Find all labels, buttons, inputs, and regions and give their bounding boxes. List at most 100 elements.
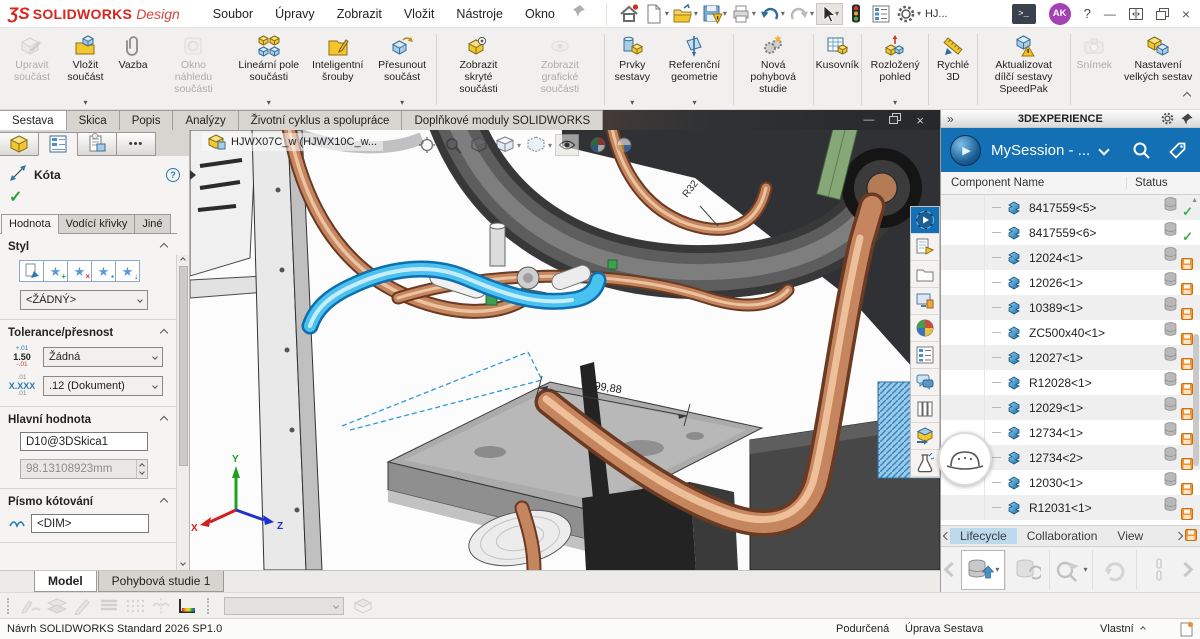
apply-default-style-button[interactable] [19,260,44,282]
taskpane-file-explorer-icon[interactable] [911,288,939,315]
dropdown-arrow-icon[interactable]: ▾ [267,98,271,107]
session-title[interactable]: MySession - ... [991,142,1090,159]
tab-view[interactable]: View [1107,528,1153,544]
toolbar-scroll-left-icon[interactable] [944,562,960,578]
color-scale-icon[interactable] [174,596,200,616]
panel-scrollbar[interactable] [176,255,189,570]
open-icon[interactable] [671,3,695,25]
tab-lifecycle[interactable]: Lifecycle [950,528,1017,544]
precision-select[interactable]: .12 (Dokument) [43,376,163,396]
performance-icon[interactable] [844,3,868,25]
table-row[interactable]: R12028<1> [941,370,1200,395]
collapse-ribbon-icon[interactable] [1184,86,1190,104]
dropdown-arrow-icon[interactable]: ▾ [893,98,897,107]
toolbar-button-rychle-3d[interactable]: Rychlé 3D [931,30,975,109]
zoom-area-icon[interactable] [441,134,465,156]
section-view-icon[interactable] [467,134,491,156]
tabs-scroll-right-icon[interactable] [1175,532,1183,540]
save-style-button[interactable]: ★▪ [91,260,116,282]
taskpane-resources-icon[interactable] [911,234,939,261]
table-row[interactable]: 10389<1> [941,295,1200,320]
add-style-button[interactable]: ★+ [43,260,68,282]
tab-property-manager[interactable] [38,132,78,156]
toolbar-button-kusovnik[interactable]: Kusovník [815,30,859,109]
column-component-name[interactable]: Component Name [941,177,1126,189]
view-orientation-dropdown[interactable]: ▾ [517,141,521,150]
session-dropdown-icon[interactable] [1100,141,1108,159]
panel-splitter-grip[interactable] [92,133,98,139]
tab-more[interactable]: ••• [116,132,156,156]
zoom-fit-icon[interactable] [415,134,439,156]
search-icon[interactable] [1132,141,1151,160]
collapse-section-icon[interactable] [160,329,168,337]
expand-panel-icon[interactable]: » [947,112,954,126]
view-orientation-icon[interactable] [493,134,517,156]
taskpane-custom-properties-icon[interactable] [911,342,939,369]
print-dropdown[interactable]: ▾ [752,9,756,18]
save-dropdown[interactable]: ▾ [723,9,727,18]
hide-show-items-dropdown[interactable]: ▾ [579,141,583,150]
help-button[interactable]: ? [166,168,180,182]
dropdown-arrow-icon[interactable]: ▾ [83,98,87,107]
toolbar-button-presunout-soucast[interactable]: Přesunout součást▾ [370,30,435,109]
undo-dropdown[interactable]: ▾ [781,9,785,18]
toolbar-button-referencni-geometrie[interactable]: Referenční geometrie▾ [658,30,731,109]
taskpane-design-library-icon[interactable] [911,261,939,288]
taskpane-appearances-icon[interactable] [911,315,939,342]
toolbar-button-nova-pohybova-studie[interactable]: Nová pohybová studie [736,30,811,109]
tag-icon[interactable] [1168,141,1187,160]
save-icon[interactable] [700,3,724,25]
menu-upravy[interactable]: Úpravy [264,7,326,21]
platform-console-icon[interactable]: >_ [1012,4,1036,24]
collapse-section-icon[interactable] [160,498,168,506]
3dexperience-compass-icon[interactable]: ▶ [950,135,981,166]
table-row[interactable]: 12027<1> [941,345,1200,370]
table-row[interactable]: 8417559<5>✓ [941,195,1200,220]
hide-show-items-icon[interactable] [555,134,579,156]
tab-feature-manager[interactable] [0,132,39,156]
select-dropdown[interactable]: ▾ [835,9,839,18]
display-style-icon[interactable] [524,134,548,156]
print-icon[interactable] [729,3,753,25]
collapse-section-icon[interactable] [160,243,168,251]
tab-analyzy[interactable]: Analýzy [172,110,238,130]
table-row[interactable]: 12026<1> [941,270,1200,295]
scroll-up-icon[interactable]: ▲ [1191,197,1198,204]
menu-pin-icon[interactable] [572,4,586,23]
taskpane-simulation-icon[interactable] [911,450,939,477]
taskpane-forum-icon[interactable] [911,369,939,396]
panel-pin-icon[interactable] [1181,113,1193,125]
menu-vlozit[interactable]: Vložit [393,7,446,21]
select-tool[interactable]: ▾ [816,3,843,25]
table-row[interactable]: ZC500x40<1> [941,320,1200,345]
new-document-icon[interactable] [642,3,666,25]
display-style-dropdown[interactable]: ▾ [548,141,552,150]
tab-zivotni-cyklus-a-spoluprace[interactable]: Životní cyklus a spolupráce [238,110,403,130]
configuration-selector[interactable]: Vlastní [1100,623,1145,635]
open-dropdown[interactable]: ▾ [694,9,698,18]
doc-minimize-button[interactable]: — [863,114,874,126]
new-document-dropdown[interactable]: ▾ [665,9,669,18]
table-row[interactable]: 12029<1> [941,395,1200,420]
dimension-value-field[interactable]: 98.13108923mm [20,459,148,479]
restore-button[interactable] [1156,8,1169,20]
tab-doplnkove-moduly-solidworks[interactable]: Doplňkové moduly SOLIDWORKS [401,110,603,130]
table-row[interactable]: 8417559<6>✓ [941,220,1200,245]
tolerance-select[interactable]: Žádná [43,347,163,367]
close-button[interactable]: × [1182,6,1190,22]
value-spinner[interactable] [136,460,144,478]
taskpane-3dexperience-icon[interactable] [911,207,939,234]
home-icon[interactable] [617,3,641,25]
table-row[interactable]: R12031<1> [941,495,1200,520]
taskpane-library-icon[interactable] [911,396,939,423]
tab-sestava[interactable]: Sestava [0,110,67,130]
menu-okno[interactable]: Okno [514,7,566,21]
assistant-helmet-icon[interactable] [938,432,992,486]
toolbar-button-aktualizovat-dilci-sestavy-speedpak[interactable]: Aktualizovat dílčí sestavy SpeedPak [980,30,1068,109]
minimize-button[interactable]: — [1104,7,1116,21]
collapse-section-icon[interactable] [160,416,168,424]
graphics-area[interactable]: 99,88 R32 Y X Z HJWX07C_w [190,130,940,570]
dimension-font-field[interactable]: <DIM> [31,514,149,533]
taskpane-cad-models-icon[interactable] [911,423,939,450]
tab-pohybova-studie-1[interactable]: Pohybová studie 1 [98,571,225,592]
